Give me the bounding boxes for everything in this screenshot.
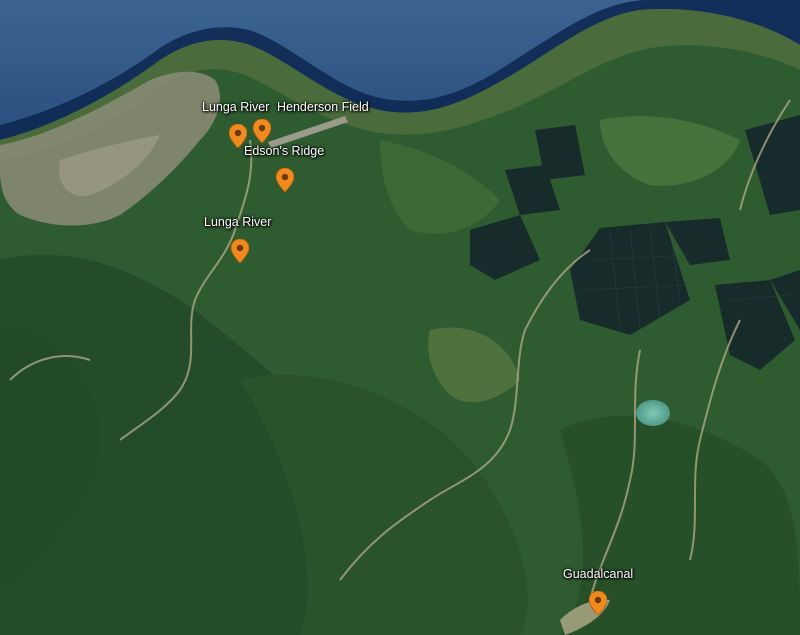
map-pin-icon[interactable]: [589, 591, 607, 615]
satellite-map[interactable]: Lunga River Henderson Field Edson's Ridg…: [0, 0, 800, 635]
marker-label[interactable]: Edson's Ridge: [244, 144, 324, 158]
marker-label[interactable]: Lunga River: [204, 215, 271, 229]
lake: [636, 400, 670, 426]
map-pin-icon[interactable]: [253, 119, 271, 143]
map-pin-icon[interactable]: [231, 239, 249, 263]
marker-label[interactable]: Lunga River: [202, 100, 269, 114]
map-pin-icon[interactable]: [276, 168, 294, 192]
satellite-imagery: [0, 0, 800, 635]
marker-label[interactable]: Guadalcanal: [563, 567, 633, 581]
marker-label[interactable]: Henderson Field: [277, 100, 369, 114]
